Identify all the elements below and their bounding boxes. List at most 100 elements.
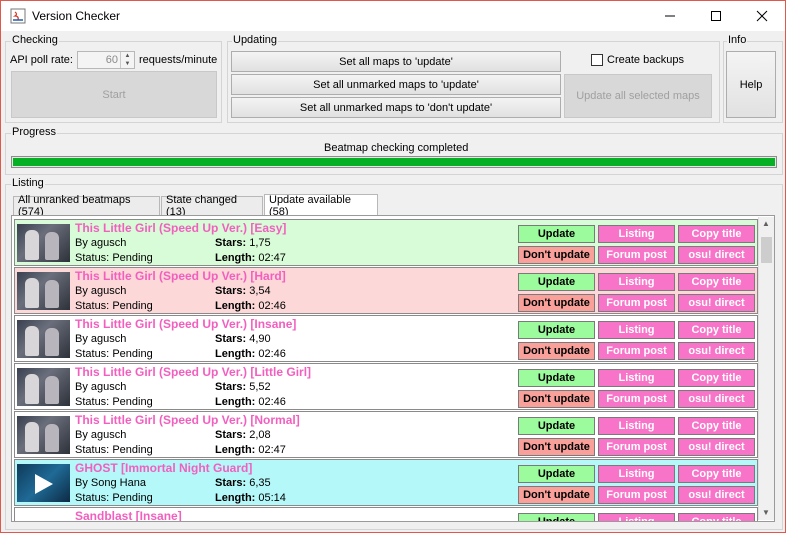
listing-button[interactable]: Listing (598, 369, 675, 387)
beatmap-title: Sandblast [Insane] (75, 509, 182, 522)
updating-legend: Updating (232, 34, 279, 46)
beatmap-length: Length: 02:46 (215, 396, 286, 408)
spinner-up-icon[interactable]: ▲ (120, 52, 134, 60)
beatmap-thumbnail (17, 224, 70, 262)
beatmap-status: Status: Pending (75, 348, 153, 360)
java-app-icon (10, 8, 26, 24)
checking-legend: Checking (11, 34, 59, 46)
minimize-icon (665, 15, 675, 17)
beatmap-length: Length: 02:46 (215, 300, 286, 312)
beatmap-list: This Little Girl (Speed Up Ver.) [Easy] … (11, 215, 775, 522)
forum-post-button[interactable]: Forum post (598, 390, 675, 408)
list-item[interactable]: This Little Girl (Speed Up Ver.) [Hard] … (14, 267, 758, 314)
update-button[interactable]: Update (518, 321, 595, 339)
list-item[interactable]: This Little Girl (Speed Up Ver.) [Easy] … (14, 219, 758, 266)
minimize-button[interactable] (647, 1, 693, 31)
list-item[interactable]: This Little Girl (Speed Up Ver.) [Insane… (14, 315, 758, 362)
beatmap-status: Status: Pending (75, 492, 153, 504)
update-button[interactable]: Update (518, 465, 595, 483)
osu-direct-button[interactable]: osu! direct (678, 438, 755, 456)
version-checker-window: Version Checker Checking API poll rate: … (0, 0, 786, 533)
beatmap-thumbnail (17, 320, 70, 358)
beatmap-stars: Stars: 6,35 (215, 477, 271, 489)
update-selected-button[interactable]: Update all selected maps (564, 74, 712, 118)
close-icon (756, 10, 768, 22)
copy-title-button[interactable]: Copy title (678, 465, 755, 483)
dont-update-button[interactable]: Don't update (518, 294, 595, 312)
copy-title-button[interactable]: Copy title (678, 321, 755, 339)
copy-title-button[interactable]: Copy title (678, 369, 755, 387)
poll-rate-unit: requests/minute (139, 54, 218, 66)
scrollbar-thumb[interactable] (761, 237, 772, 263)
create-backups-checkbox[interactable] (591, 54, 603, 66)
dont-update-button[interactable]: Don't update (518, 246, 595, 264)
listing-button[interactable]: Listing (598, 225, 675, 243)
osu-direct-button[interactable]: osu! direct (678, 294, 755, 312)
list-item[interactable]: This Little Girl (Speed Up Ver.) [Little… (14, 363, 758, 410)
update-button[interactable]: Update (518, 225, 595, 243)
beatmap-stars: Stars: 2,08 (215, 429, 271, 441)
set-all-update-button[interactable]: Set all maps to 'update' (231, 51, 561, 72)
copy-title-button[interactable]: Copy title (678, 417, 755, 435)
spinner-down-icon[interactable]: ▼ (120, 60, 134, 68)
beatmap-thumbnail (17, 464, 70, 502)
beatmap-thumbnail (17, 368, 70, 406)
update-button[interactable]: Update (518, 273, 595, 291)
listing-button[interactable]: Listing (598, 321, 675, 339)
vertical-scrollbar[interactable]: ▲ ▼ (758, 217, 774, 520)
list-item[interactable]: This Little Girl (Speed Up Ver.) [Normal… (14, 411, 758, 458)
beatmap-length: Length: 02:47 (215, 252, 286, 264)
poll-rate-spinner[interactable]: 60 ▲ ▼ (77, 51, 135, 69)
set-unmarked-dont-update-button[interactable]: Set all unmarked maps to 'don't update' (231, 97, 561, 118)
tab-all-unranked[interactable]: All unranked beatmaps (574) (13, 194, 160, 218)
tab-state-changed[interactable]: State changed (13) (161, 194, 263, 218)
listing-button[interactable]: Listing (598, 273, 675, 291)
list-item[interactable]: Sandblast [Insane] Update Don't update L… (14, 507, 758, 522)
forum-post-button[interactable]: Forum post (598, 246, 675, 264)
start-button[interactable]: Start (11, 71, 217, 118)
forum-post-button[interactable]: Forum post (598, 342, 675, 360)
beatmap-title: This Little Girl (Speed Up Ver.) [Insane… (75, 317, 297, 331)
beatmap-status: Status: Pending (75, 444, 153, 456)
beatmap-stars: Stars: 5,52 (215, 381, 271, 393)
progress-bar-fill (13, 158, 775, 166)
copy-title-button[interactable]: Copy title (678, 273, 755, 291)
set-unmarked-update-button[interactable]: Set all unmarked maps to 'update' (231, 74, 561, 95)
forum-post-button[interactable]: Forum post (598, 438, 675, 456)
close-button[interactable] (739, 1, 785, 31)
osu-direct-button[interactable]: osu! direct (678, 390, 755, 408)
listing-button[interactable]: Listing (598, 465, 675, 483)
help-button[interactable]: Help (726, 51, 776, 118)
listing-legend: Listing (11, 177, 45, 189)
dont-update-button[interactable]: Don't update (518, 390, 595, 408)
beatmap-stars: Stars: 3,54 (215, 285, 271, 297)
osu-direct-button[interactable]: osu! direct (678, 342, 755, 360)
listing-button[interactable]: Listing (598, 513, 675, 521)
beatmap-stars: Stars: 4,90 (215, 333, 271, 345)
tab-update-available[interactable]: Update available (58) (264, 194, 378, 218)
beatmap-author: By agusch (75, 381, 127, 393)
maximize-button[interactable] (693, 1, 739, 31)
update-button[interactable]: Update (518, 369, 595, 387)
forum-post-button[interactable]: Forum post (598, 294, 675, 312)
beatmap-length: Length: 05:14 (215, 492, 286, 504)
copy-title-button[interactable]: Copy title (678, 225, 755, 243)
beatmap-author: By Song Hana (75, 477, 146, 489)
dont-update-button[interactable]: Don't update (518, 438, 595, 456)
dont-update-button[interactable]: Don't update (518, 486, 595, 504)
beatmap-title: GHOST [Immortal Night Guard] (75, 461, 253, 475)
dont-update-button[interactable]: Don't update (518, 342, 595, 360)
poll-rate-value: 60 (105, 54, 118, 66)
update-button[interactable]: Update (518, 513, 595, 521)
copy-title-button[interactable]: Copy title (678, 513, 755, 521)
osu-direct-button[interactable]: osu! direct (678, 486, 755, 504)
listing-button[interactable]: Listing (598, 417, 675, 435)
update-button[interactable]: Update (518, 417, 595, 435)
beatmap-title: This Little Girl (Speed Up Ver.) [Easy] (75, 221, 287, 235)
list-item[interactable]: GHOST [Immortal Night Guard] By Song Han… (14, 459, 758, 506)
osu-direct-button[interactable]: osu! direct (678, 246, 755, 264)
forum-post-button[interactable]: Forum post (598, 486, 675, 504)
scroll-up-icon[interactable]: ▲ (762, 219, 770, 228)
scroll-down-icon[interactable]: ▼ (762, 508, 770, 517)
beatmap-thumbnail (17, 272, 70, 310)
